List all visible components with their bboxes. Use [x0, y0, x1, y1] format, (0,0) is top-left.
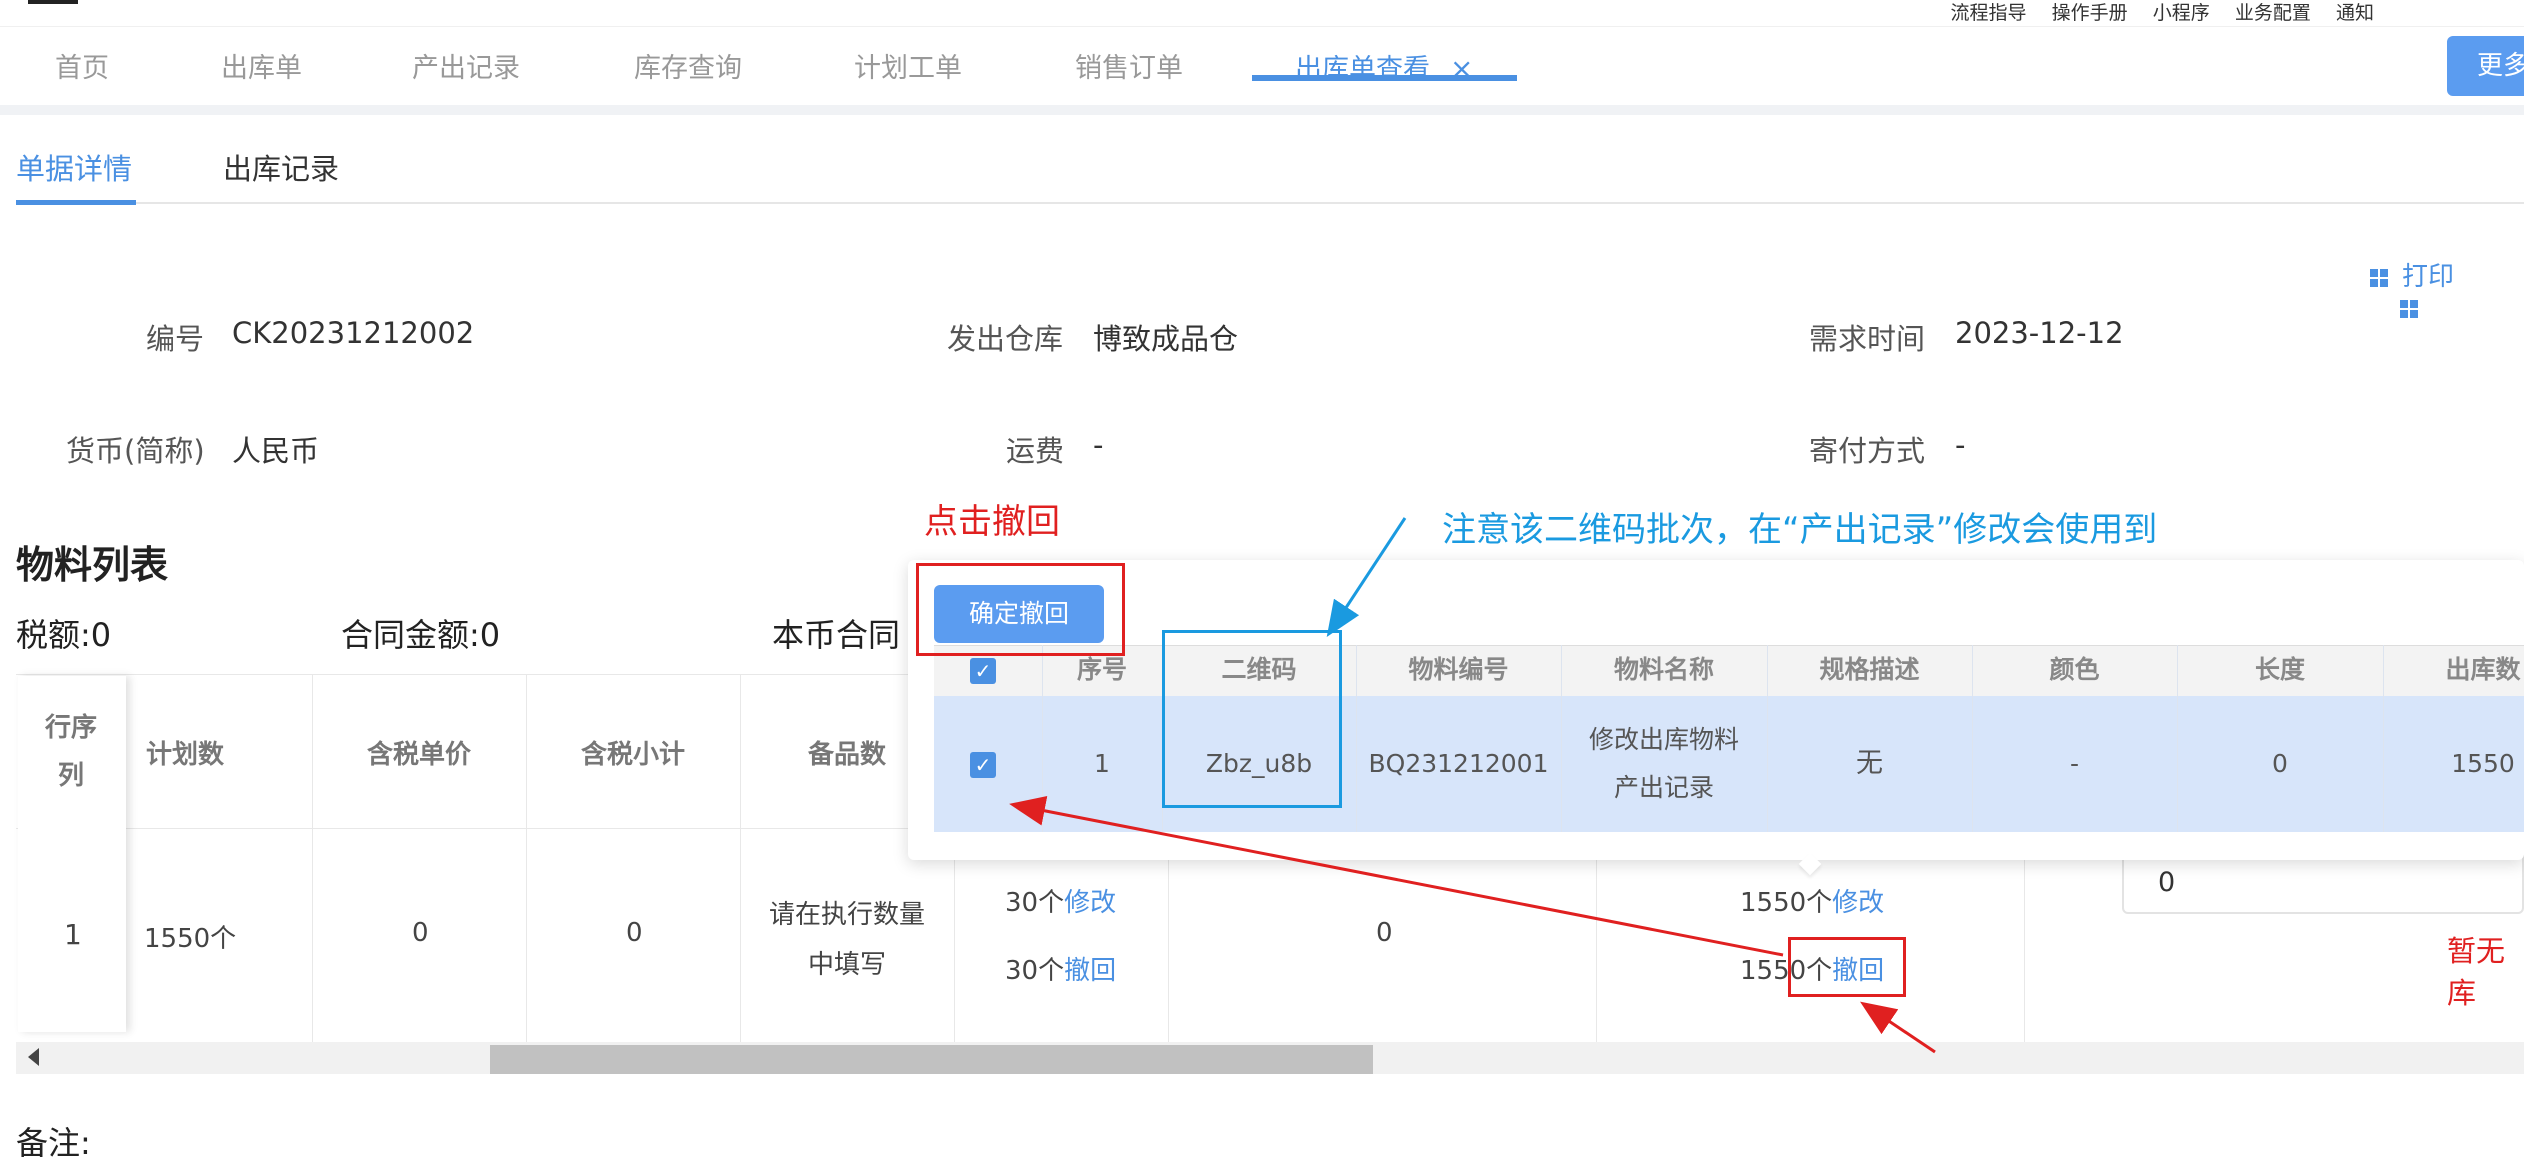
arrow-to-recall-link — [1860, 1001, 1936, 1054]
arrow-to-qrcode — [1326, 517, 1407, 638]
arrow-to-row-checkbox — [1009, 796, 1784, 957]
annotation-arrows — [1009, 517, 1936, 1054]
